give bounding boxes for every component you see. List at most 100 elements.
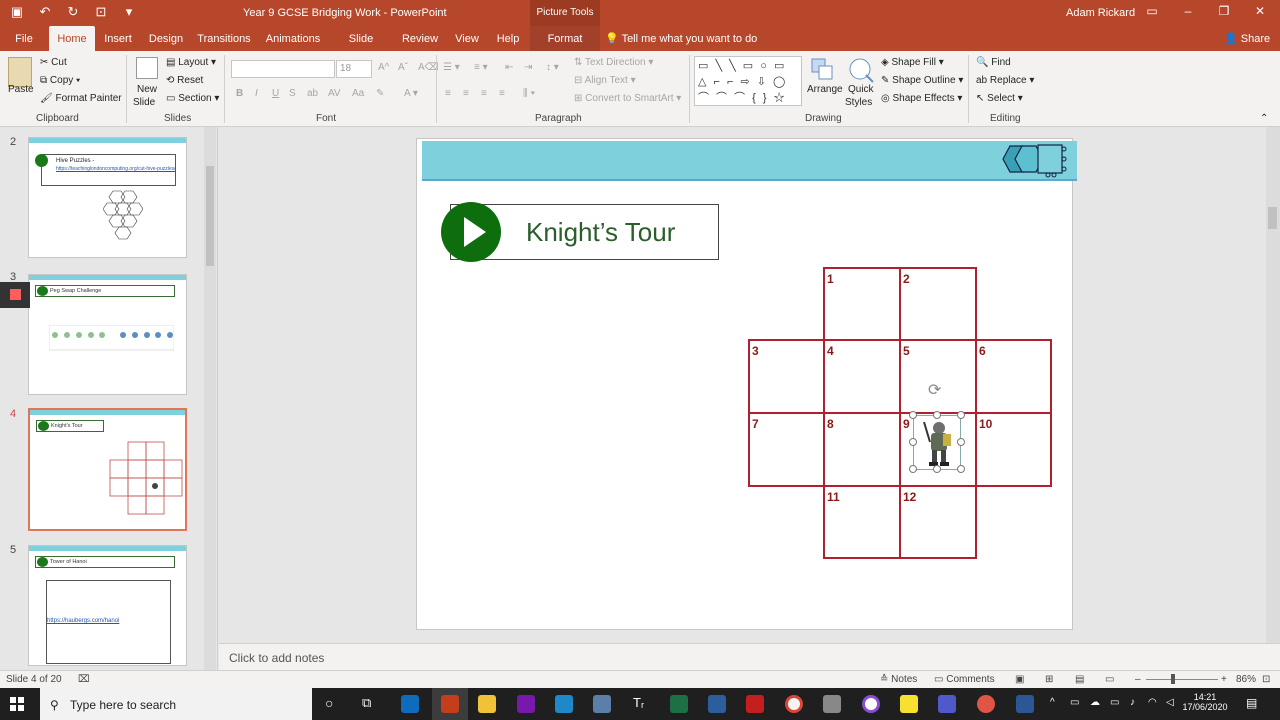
paste-icon[interactable] (8, 57, 32, 87)
reading-view-icon[interactable]: ▤ (1075, 674, 1084, 685)
arrange-icon[interactable] (810, 57, 834, 81)
slide-sorter-icon[interactable]: ⊞ (1045, 674, 1053, 685)
tab-design[interactable]: Design (145, 26, 187, 51)
remote-desktop-icon[interactable] (555, 695, 573, 713)
shapes-gallery[interactable]: ▭ ╲ ╲ ▭ ○ ▭ △ ⌐ ⌐ ⇨ ⇩ ◯ ⌒ ⌒ ⌒ { } ☆ (694, 56, 802, 106)
sticky-notes-icon[interactable] (900, 695, 918, 713)
shape-fill-button[interactable]: ◈ Shape Fill ▾ (881, 57, 944, 68)
accessibility-icon[interactable]: ⌧ (78, 674, 90, 685)
tab-review[interactable]: Review (398, 26, 442, 51)
restore-button[interactable]: ❐ (1214, 4, 1234, 18)
align-center-icon[interactable]: ≡ (463, 88, 469, 99)
bold-button[interactable]: B (236, 88, 243, 99)
clock[interactable]: 14:21 17/06/2020 (1182, 692, 1228, 712)
line-spacing-icon[interactable]: ↕ ▾ (546, 62, 559, 73)
tab-home[interactable]: Home (49, 26, 95, 51)
copy-button[interactable]: ⧉ Copy ▾ (40, 75, 80, 86)
rotate-handle-icon[interactable]: ⟳ (928, 380, 941, 400)
find-button[interactable]: 🔍 Find (976, 57, 1011, 68)
save-icon[interactable]: ▣ (8, 4, 26, 20)
file-icon[interactable] (593, 695, 611, 713)
teams-icon[interactable] (938, 695, 956, 713)
character-spacing-icon[interactable]: AV (328, 88, 341, 99)
change-case-icon[interactable]: Aa (352, 88, 364, 99)
columns-icon[interactable]: ⫼ ▾ (523, 88, 535, 99)
customize-qat-icon[interactable]: ▾ (120, 4, 138, 20)
bullets-icon[interactable]: ☰ ▾ (443, 62, 460, 73)
slide-thumbnail-4[interactable]: Knight's Tour (28, 408, 187, 531)
numbering-icon[interactable]: ≡ ▾ (474, 62, 488, 73)
play-icon[interactable] (441, 202, 501, 262)
normal-view-icon[interactable]: ▣ (1015, 674, 1024, 685)
windows-start-icon[interactable] (10, 697, 24, 711)
font-color-icon[interactable]: A ▾ (404, 88, 418, 99)
fit-slide-icon[interactable]: ⊡ (1262, 674, 1270, 685)
resize-handle[interactable] (933, 465, 941, 473)
zoom-slider-thumb[interactable] (1171, 674, 1175, 684)
select-button[interactable]: ↖ Select ▾ (976, 93, 1023, 104)
record-button[interactable] (0, 282, 30, 308)
slide-thumbnail-2[interactable]: Hive Puzzles - https://teachinglondoncom… (28, 137, 187, 258)
tab-slide-show[interactable]: Slide Show (334, 26, 388, 71)
text-shadow-icon[interactable]: ab (307, 88, 318, 99)
align-left-icon[interactable]: ≡ (445, 88, 451, 99)
shape-effects-button[interactable]: ◎ Shape Effects ▾ (881, 93, 962, 104)
slide-show-icon[interactable]: ▭ (1105, 674, 1114, 685)
reset-button[interactable]: ⟲ Reset (166, 75, 203, 86)
replace-button[interactable]: ab Replace ▾ (976, 75, 1034, 86)
tab-view[interactable]: View (452, 26, 482, 51)
arrange-button[interactable]: Arrange (807, 84, 843, 95)
layout-button[interactable]: ▤ Layout ▾ (166, 57, 216, 68)
show-hidden-icons[interactable]: ^ (1050, 697, 1055, 708)
resize-handle[interactable] (957, 465, 965, 473)
redo-icon[interactable]: ↻ (64, 4, 82, 20)
tab-file[interactable]: File (8, 26, 40, 51)
new-slide-label-1[interactable]: New (137, 84, 157, 95)
tell-me-search[interactable]: 💡 Tell me what you want to do (605, 26, 757, 52)
zoom-out-button[interactable]: – (1135, 674, 1141, 685)
share-button[interactable]: 👤 Share (1224, 26, 1270, 52)
convert-smartart-button[interactable]: ⊞ Convert to SmartArt ▾ (574, 93, 681, 104)
user-name[interactable]: Adam Rickard (1066, 7, 1135, 19)
collapse-ribbon-icon[interactable]: ⌃ (1260, 113, 1268, 124)
align-text-button[interactable]: ⊟ Align Text ▾ (574, 75, 636, 86)
comments-button[interactable]: ▭ Comments (934, 674, 995, 685)
tab-insert[interactable]: Insert (100, 26, 136, 51)
file-explorer-icon[interactable] (478, 695, 496, 713)
powerpoint-icon[interactable] (441, 695, 459, 713)
paste-button[interactable]: Paste (8, 84, 34, 95)
minimize-button[interactable]: – (1178, 4, 1198, 18)
text-direction-button[interactable]: ⇅ Text Direction ▾ (574, 57, 653, 68)
shrink-font-icon[interactable]: Aˇ (398, 62, 408, 73)
undo-icon[interactable]: ↶ (36, 4, 54, 20)
grow-font-icon[interactable]: A^ (378, 62, 389, 73)
align-right-icon[interactable]: ≡ (481, 88, 487, 99)
quick-styles-label-2[interactable]: Styles (845, 97, 872, 108)
taskbar-search[interactable]: ⚲ Type here to search (40, 688, 312, 720)
notes-button[interactable]: ≙ Notes (880, 674, 917, 685)
justify-icon[interactable]: ≡ (499, 88, 505, 99)
outlook-icon[interactable] (401, 695, 419, 713)
onenote-icon[interactable] (517, 695, 535, 713)
knight-picture[interactable] (913, 415, 961, 470)
media-player-icon[interactable] (862, 695, 880, 713)
strikethrough-button[interactable]: S (289, 88, 296, 99)
section-button[interactable]: ▭ Section ▾ (166, 93, 219, 104)
battery-icon[interactable]: ▭ (1110, 697, 1119, 708)
excel-icon[interactable] (670, 695, 688, 713)
cut-button[interactable]: ✂ Cut (40, 57, 67, 68)
text-tool-icon[interactable]: Tᵣ (633, 695, 644, 710)
zoom-slider[interactable] (1146, 679, 1218, 680)
increase-indent-icon[interactable]: ⇥ (524, 62, 532, 73)
slide-scrollbar-thumb[interactable] (1268, 207, 1277, 229)
close-button[interactable]: ✕ (1250, 4, 1270, 18)
notification-icon[interactable]: ▤ (1246, 696, 1257, 710)
new-slide-icon[interactable] (136, 57, 158, 79)
italic-button[interactable]: I (255, 88, 258, 99)
paint-icon[interactable] (823, 695, 841, 713)
quick-styles-icon[interactable] (848, 57, 874, 83)
quick-styles-label-1[interactable]: Quick (848, 84, 874, 95)
highlight-icon[interactable]: ✎ (376, 88, 384, 99)
volume-icon[interactable]: ◁ (1166, 697, 1174, 708)
powershell-icon[interactable] (708, 695, 726, 713)
